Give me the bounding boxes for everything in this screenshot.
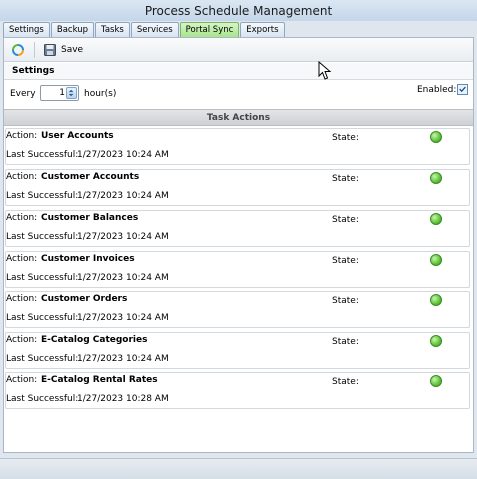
last-successful-label: Last Successful: — [6, 191, 79, 201]
interval-unit-label: hour(s) — [84, 89, 117, 99]
action-name: Customer Invoices — [41, 254, 135, 264]
mouse-cursor-icon — [318, 61, 332, 80]
state-ok-icon — [430, 131, 442, 143]
task-row-ecatalog-categories[interactable]: Action: E-Catalog Categories State: Last… — [5, 332, 470, 369]
state-label: State: — [332, 337, 359, 347]
action-label: Action: — [6, 294, 38, 304]
action-name: E-Catalog Categories — [41, 335, 148, 345]
interval-value: 1 — [59, 88, 65, 98]
save-button[interactable]: Save — [44, 42, 83, 58]
status-bar — [0, 458, 477, 479]
last-successful-value: 1/27/2023 10:24 AM — [77, 191, 169, 201]
last-successful-value: 1/27/2023 10:24 AM — [77, 354, 169, 364]
action-label: Action: — [6, 131, 38, 141]
tab-strip: Settings Backup Tasks Services Portal Sy… — [3, 22, 286, 37]
refresh-icon[interactable] — [11, 43, 25, 57]
last-successful-value: 1/27/2023 10:28 AM — [77, 394, 169, 404]
toolbar-separator — [34, 42, 35, 58]
tab-exports[interactable]: Exports — [240, 22, 285, 37]
tab-tasks[interactable]: Tasks — [95, 22, 130, 37]
interval-stepper[interactable]: 1 — [40, 85, 79, 101]
last-successful-label: Last Successful: — [6, 232, 79, 242]
state-ok-icon — [430, 335, 442, 347]
last-successful-label: Last Successful: — [6, 394, 79, 404]
state-label: State: — [332, 215, 359, 225]
action-label: Action: — [6, 254, 38, 264]
action-label: Action: — [6, 213, 38, 223]
task-row-ecatalog-rental-rates[interactable]: Action: E-Catalog Rental Rates State: La… — [5, 372, 470, 409]
action-name: Customer Accounts — [41, 172, 140, 182]
enabled-checkbox[interactable] — [457, 84, 468, 95]
action-name: Customer Balances — [41, 213, 139, 223]
settings-row: Every 1 hour(s) Enabled: — [4, 81, 473, 106]
last-successful-value: 1/27/2023 10:24 AM — [77, 273, 169, 283]
state-ok-icon — [430, 294, 442, 306]
settings-section-title: Settings — [4, 63, 473, 80]
portal-sync-panel: Save Settings Every 1 hour(s) Enabled: T… — [3, 37, 474, 453]
task-row-customer-balances[interactable]: Action: Customer Balances State: Last Su… — [5, 210, 470, 247]
tab-services[interactable]: Services — [130, 22, 179, 37]
tab-portal-sync[interactable]: Portal Sync — [179, 22, 240, 37]
last-successful-label: Last Successful: — [6, 273, 79, 283]
state-ok-icon — [430, 172, 442, 184]
state-label: State: — [332, 296, 359, 306]
window-title: Process Schedule Management — [0, 0, 477, 21]
action-label: Action: — [6, 375, 38, 385]
action-name: User Accounts — [41, 131, 114, 141]
state-label: State: — [332, 256, 359, 266]
toolbar: Save — [4, 38, 473, 62]
task-row-customer-orders[interactable]: Action: Customer Orders State: Last Succ… — [5, 291, 470, 328]
last-successful-label: Last Successful: — [6, 313, 79, 323]
tab-settings[interactable]: Settings — [3, 22, 50, 37]
task-actions-header: Task Actions — [4, 109, 473, 126]
action-name: E-Catalog Rental Rates — [41, 375, 158, 385]
every-label: Every — [10, 89, 36, 99]
checkmark-icon — [459, 86, 466, 93]
tab-backup[interactable]: Backup — [50, 22, 95, 37]
action-name: Customer Orders — [41, 294, 128, 304]
task-row-user-accounts[interactable]: Action: User Accounts State: Last Succes… — [5, 128, 470, 165]
last-successful-value: 1/27/2023 10:24 AM — [77, 150, 169, 160]
stepper-arrows-icon[interactable] — [66, 87, 77, 99]
last-successful-label: Last Successful: — [6, 354, 79, 364]
action-label: Action: — [6, 172, 38, 182]
task-row-customer-invoices[interactable]: Action: Customer Invoices State: Last Su… — [5, 251, 470, 288]
task-row-customer-accounts[interactable]: Action: Customer Accounts State: Last Su… — [5, 169, 470, 206]
last-successful-label: Last Successful: — [6, 150, 79, 160]
state-ok-icon — [430, 254, 442, 266]
save-label: Save — [61, 45, 84, 55]
state-label: State: — [332, 174, 359, 184]
disk-icon — [44, 44, 56, 56]
state-label: State: — [332, 133, 359, 143]
state-ok-icon — [430, 375, 442, 387]
last-successful-value: 1/27/2023 10:24 AM — [77, 313, 169, 323]
state-ok-icon — [430, 213, 442, 225]
enabled-label: Enabled: — [417, 85, 457, 95]
action-label: Action: — [6, 335, 38, 345]
last-successful-value: 1/27/2023 10:24 AM — [77, 232, 169, 242]
state-label: State: — [332, 377, 359, 387]
